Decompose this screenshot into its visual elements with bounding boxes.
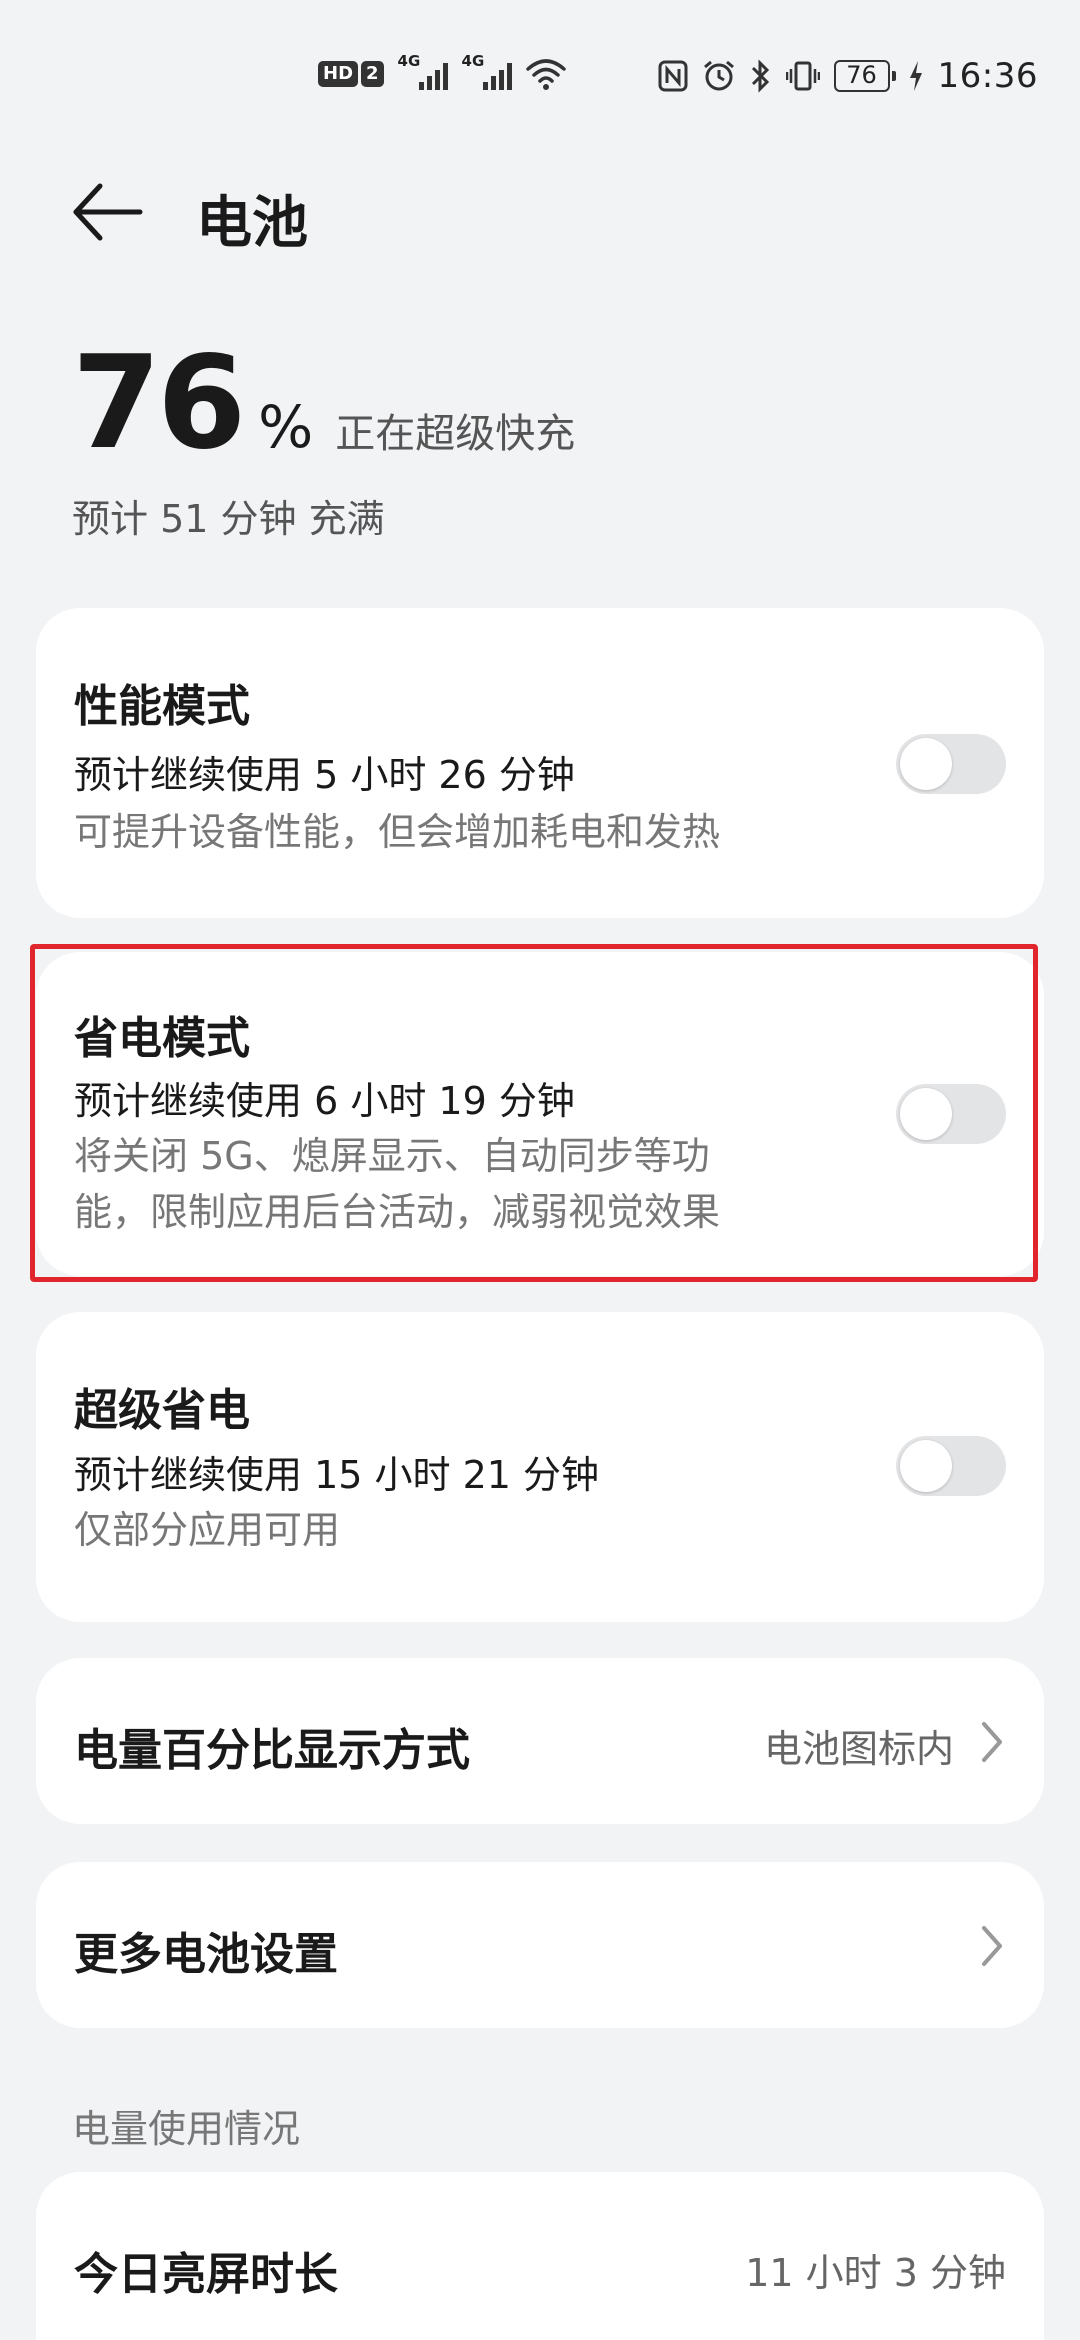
ultra-power-saving-card[interactable]: 超级省电 预计继续使用 15 小时 21 分钟 仅部分应用可用 — [36, 1312, 1044, 1622]
wifi-icon — [525, 56, 566, 92]
percent-display-value: 电池图标内 — [763, 1727, 954, 1771]
battery-status-icon: 76 — [833, 60, 896, 92]
more-battery-settings-row[interactable]: 更多电池设置 — [36, 1862, 1044, 2028]
battery-percent-sign: % — [258, 393, 314, 461]
chevron-right-icon — [982, 1722, 1002, 1762]
performance-mode-card[interactable]: 性能模式 预计继续使用 5 小时 26 分钟 可提升设备性能，但会增加耗电和发热 — [36, 608, 1044, 918]
ultra-power-saving-description: 仅部分应用可用 — [74, 1508, 341, 1552]
performance-mode-estimate: 预计继续使用 5 小时 26 分钟 — [74, 753, 575, 797]
clock: 16:36 — [937, 56, 1038, 96]
status-bar-left: HD 2 4G 4G — [318, 52, 566, 92]
status-bar-right: 76 16:36 — [658, 56, 1038, 96]
back-arrow-icon[interactable] — [70, 180, 144, 244]
alarm-icon — [702, 58, 736, 94]
vibrate-icon — [785, 58, 820, 94]
screen-on-time-title: 今日亮屏时长 — [74, 2249, 338, 2300]
sim-number-badge: 2 — [361, 61, 384, 87]
power-saving-mode-card[interactable]: 省电模式 预计继续使用 6 小时 19 分钟 将关闭 5G、熄屏显示、自动同步等… — [36, 952, 1044, 1276]
battery-settings-page: HD 2 4G 4G 76 16:36 电池 76 % 正在超级快充 预计 51… — [0, 0, 1080, 2340]
status-bar: HD 2 4G 4G 76 16:36 — [0, 0, 1080, 150]
charging-status: 正在超级快充 — [335, 411, 576, 457]
performance-mode-title: 性能模式 — [74, 681, 250, 732]
hd-call-icon: HD 2 — [318, 56, 384, 92]
sim2-signal-icon: 4G — [462, 52, 512, 92]
toggle-knob — [900, 1088, 952, 1140]
power-saving-mode-toggle[interactable] — [896, 1084, 1006, 1144]
percent-display-row[interactable]: 电量百分比显示方式 电池图标内 — [36, 1658, 1044, 1824]
sim1-signal-icon: 4G — [398, 52, 448, 92]
screen-on-time-value: 11 小时 3 分钟 — [745, 2251, 1006, 2295]
charging-bolt-icon — [908, 58, 924, 94]
chevron-right-icon — [982, 1926, 1002, 1966]
performance-mode-toggle[interactable] — [896, 734, 1006, 794]
power-saving-mode-title: 省电模式 — [74, 1013, 250, 1064]
page-title: 电池 — [196, 191, 308, 256]
bluetooth-icon — [750, 58, 772, 94]
ultra-power-saving-toggle[interactable] — [896, 1436, 1006, 1496]
nfc-icon — [658, 58, 688, 94]
screen-on-time-card[interactable]: 今日亮屏时长 11 小时 3 分钟 — [36, 2172, 1044, 2340]
toggle-knob — [900, 1440, 952, 1492]
usage-section-label: 电量使用情况 — [72, 2107, 301, 2151]
more-battery-settings-title: 更多电池设置 — [74, 1929, 338, 1980]
performance-mode-description: 可提升设备性能，但会增加耗电和发热 — [74, 810, 721, 854]
battery-level-display: 76 % 正在超级快充 — [72, 340, 575, 468]
battery-level-number: 76 — [72, 329, 246, 478]
ultra-power-saving-title: 超级省电 — [74, 1385, 250, 1436]
charge-eta: 预计 51 分钟 充满 — [72, 497, 385, 541]
percent-display-title: 电量百分比显示方式 — [74, 1725, 470, 1776]
toggle-knob — [900, 738, 952, 790]
power-saving-mode-estimate: 预计继续使用 6 小时 19 分钟 — [74, 1079, 575, 1123]
power-saving-mode-description: 将关闭 5G、熄屏显示、自动同步等功 能，限制应用后台活动，减弱视觉效果 — [74, 1134, 721, 1234]
ultra-power-saving-estimate: 预计继续使用 15 小时 21 分钟 — [74, 1453, 600, 1497]
